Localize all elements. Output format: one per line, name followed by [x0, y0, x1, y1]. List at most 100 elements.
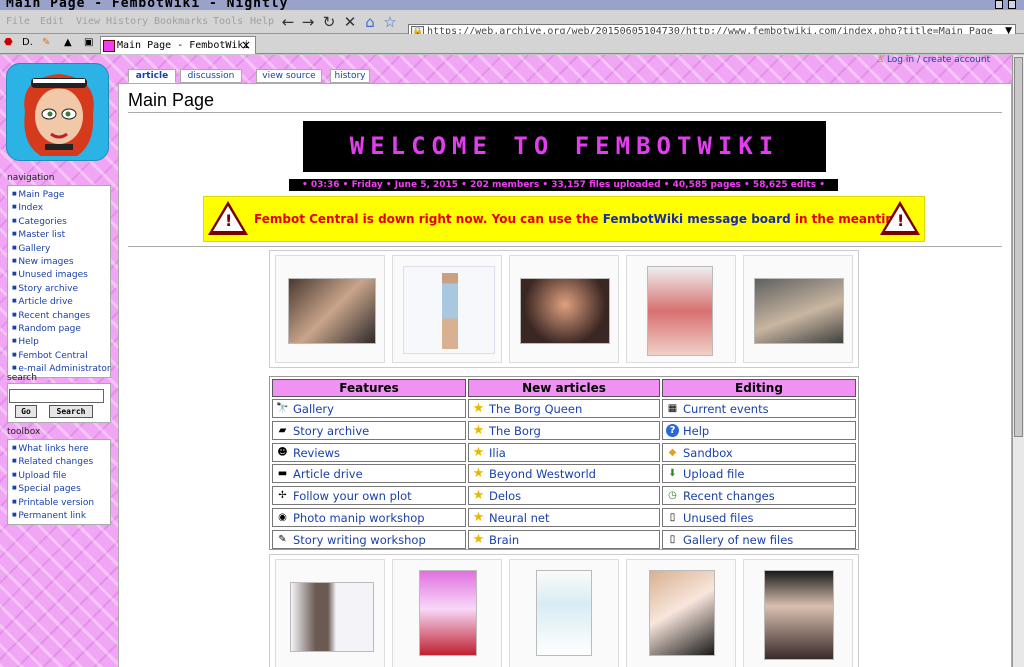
warning-message: Fembot Central is down right now. You ca… [254, 212, 911, 226]
binoculars-icon: 🔭 [276, 403, 289, 414]
article-link[interactable]: Neural net [489, 511, 549, 525]
tab-history[interactable]: history [330, 69, 370, 83]
nav-random-page[interactable]: Random page [12, 322, 110, 335]
toolbox-upload-file[interactable]: Upload file [12, 469, 110, 482]
feature-link[interactable]: Article drive [293, 467, 363, 481]
tool-icon[interactable]: ▲ [64, 37, 72, 48]
menu-view[interactable]: View [76, 16, 100, 27]
gallery-thumbnail[interactable] [536, 570, 592, 656]
site-logo[interactable] [6, 63, 109, 161]
nav-unused-images[interactable]: Unused images [12, 268, 110, 281]
editing-link[interactable]: Current events [683, 402, 769, 416]
search-button[interactable]: Search [49, 405, 93, 418]
nav-gallery[interactable]: Gallery [12, 242, 110, 255]
toolbox-permanent-link[interactable]: Permanent link [12, 509, 110, 522]
table-cell: ◷ Recent changes [662, 486, 856, 506]
nav-article-drive[interactable]: Article drive [12, 295, 110, 308]
gallery-thumbnail[interactable] [419, 570, 477, 656]
nav-main-page[interactable]: Main Page [12, 188, 110, 201]
gallery-thumbnail[interactable] [754, 278, 844, 344]
maximize-icon[interactable] [1008, 0, 1016, 9]
scrollbar-thumb[interactable] [1014, 57, 1023, 437]
reload-icon[interactable]: ↻ [321, 13, 337, 31]
gallery-item[interactable] [509, 559, 619, 667]
gallery-thumbnail[interactable] [649, 570, 715, 656]
nav-help[interactable]: Help [12, 335, 110, 348]
feature-link[interactable]: Follow your own plot [293, 489, 412, 503]
article-link[interactable]: The Borg Queen [489, 402, 582, 416]
gallery-thumbnail[interactable] [520, 278, 610, 344]
gallery-item[interactable] [743, 559, 853, 667]
vertical-scrollbar[interactable] [1012, 55, 1024, 667]
gallery-item[interactable] [509, 255, 619, 363]
tab-view-source[interactable]: view source [256, 69, 322, 83]
gallery-thumbnail[interactable] [647, 266, 713, 356]
search-input[interactable] [9, 389, 104, 403]
addon-icon[interactable]: D. [22, 37, 33, 48]
feature-link[interactable]: Story archive [293, 424, 369, 438]
feature-link[interactable]: Photo manip workshop [293, 511, 425, 525]
nav-categories[interactable]: Categories [12, 215, 110, 228]
minimize-icon[interactable] [995, 0, 1003, 9]
nav-master-list[interactable]: Master list [12, 228, 110, 241]
bookmark-icon[interactable]: ☆ [382, 13, 398, 31]
article-link[interactable]: Ilia [489, 446, 506, 460]
login-link[interactable]: ♙ Log in / create account [876, 55, 990, 65]
nav-fembot-central[interactable]: Fembot Central [12, 349, 110, 362]
gallery-thumbnail[interactable] [290, 582, 374, 652]
editing-link[interactable]: Gallery of new files [683, 533, 793, 547]
gallery-item[interactable] [392, 255, 502, 363]
tab-discussion[interactable]: discussion [180, 69, 242, 83]
article-link[interactable]: Beyond Westworld [489, 467, 596, 481]
article-link[interactable]: The Borg [489, 424, 541, 438]
nav-recent-changes[interactable]: Recent changes [12, 309, 110, 322]
feature-link[interactable]: Gallery [293, 402, 334, 416]
menu-tools[interactable]: Tools [213, 16, 243, 27]
feather-icon[interactable]: ✎ [42, 37, 50, 48]
toolbox-related-changes[interactable]: Related changes [12, 455, 110, 468]
fembotwiki-link[interactable]: FembotWiki [603, 212, 683, 226]
feature-link[interactable]: Story writing workshop [293, 533, 426, 547]
adblock-icon[interactable]: ⬣ [4, 37, 13, 48]
menu-edit[interactable]: Edit [40, 16, 64, 27]
editing-link[interactable]: Unused files [683, 511, 754, 525]
toolbox-what-links-here[interactable]: What links here [12, 442, 110, 455]
editing-link[interactable]: Sandbox [683, 446, 733, 460]
feature-link[interactable]: Reviews [293, 446, 340, 460]
nav-new-images[interactable]: New images [12, 255, 110, 268]
gallery-item[interactable] [275, 559, 385, 667]
article-link[interactable]: Delos [489, 489, 521, 503]
toolbox-special-pages[interactable]: Special pages [12, 482, 110, 495]
close-tab-icon[interactable]: × [241, 38, 251, 52]
menu-history[interactable]: History [106, 16, 148, 27]
gallery-item[interactable] [275, 255, 385, 363]
menu-help[interactable]: Help [250, 16, 274, 27]
stop-icon[interactable]: ✕ [342, 13, 358, 31]
gallery-thumbnail[interactable] [764, 570, 834, 660]
favicon-icon [103, 40, 115, 52]
editing-link[interactable]: Recent changes [683, 489, 775, 503]
nav-index[interactable]: Index [12, 201, 110, 214]
tab-list-icon[interactable]: ▣ [84, 37, 93, 48]
nav-story-archive[interactable]: Story archive [12, 282, 110, 295]
go-button[interactable]: Go [15, 405, 37, 418]
forward-icon[interactable]: → [300, 13, 316, 31]
tab-article[interactable]: article [128, 69, 176, 83]
tab-main-page[interactable]: Main Page - FembotWiki × [100, 36, 256, 54]
back-icon[interactable]: ← [280, 13, 296, 31]
editing-link[interactable]: Help [683, 424, 709, 438]
editing-link[interactable]: Upload file [683, 467, 744, 481]
gallery-thumbnail[interactable] [288, 278, 376, 344]
article-link[interactable]: Brain [489, 533, 519, 547]
gallery-item[interactable] [626, 255, 736, 363]
login-label: Log in / create account [886, 55, 991, 65]
gallery-thumbnail[interactable] [403, 266, 495, 354]
toolbox-printable-version[interactable]: Printable version [12, 496, 110, 509]
message-board-link[interactable]: message board [687, 212, 790, 226]
gallery-item[interactable] [392, 559, 502, 667]
menu-file[interactable]: File [6, 16, 30, 27]
gallery-item[interactable] [626, 559, 736, 667]
home-icon[interactable]: ⌂ [362, 13, 378, 31]
gallery-item[interactable] [743, 255, 853, 363]
menu-bookmarks[interactable]: Bookmarks [154, 16, 208, 27]
